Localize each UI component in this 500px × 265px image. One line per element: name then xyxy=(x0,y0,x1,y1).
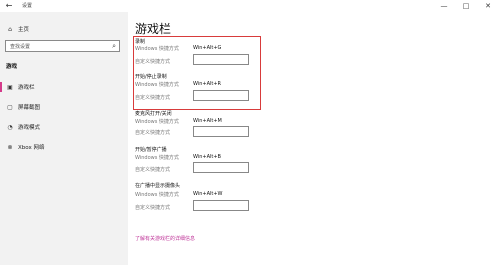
custom-shortcut-input[interactable] xyxy=(193,162,249,173)
title-bar: ← 设置 — □ ✕ xyxy=(0,0,500,12)
windows-shortcut-label: Windows 快捷方式 xyxy=(135,46,179,52)
windows-shortcut-value: Win+Alt+G xyxy=(193,45,222,51)
active-indicator xyxy=(0,82,2,92)
windows-shortcut-value: Win+Alt+B xyxy=(193,154,221,160)
custom-shortcut-label: 自定义快捷方式 xyxy=(135,130,171,136)
custom-shortcut-input[interactable] xyxy=(193,90,249,101)
game-mode-icon: ◔ xyxy=(7,123,13,131)
learn-more-link[interactable]: 了解有关游戏栏的详细信息 xyxy=(135,235,195,242)
group-title: 麦克风打开/关闭 xyxy=(135,111,172,117)
sidebar: ⌂ 主页 查找设置 ⌕ 游戏 ▣ 游戏栏 ▢ 屏幕截图 ◔ 游戏模式 ⊗ Xbo… xyxy=(0,12,128,265)
custom-shortcut-label: 自定义快捷方式 xyxy=(135,59,171,65)
windows-shortcut-value: Win+Alt+W xyxy=(193,191,223,197)
page-title: 游戏栏 xyxy=(135,22,172,36)
close-button[interactable]: ✕ xyxy=(480,1,496,11)
home-icon: ⌂ xyxy=(8,25,12,33)
sidebar-item-label: 游戏栏 xyxy=(18,85,35,91)
xbox-icon: ⊗ xyxy=(7,143,13,151)
window-title: 设置 xyxy=(22,3,33,9)
windows-shortcut-label: Windows 快捷方式 xyxy=(135,192,179,198)
main-content: 游戏栏 录制 Windows 快捷方式 Win+Alt+G 自定义快捷方式 开始… xyxy=(128,12,500,265)
group-title: 录制 xyxy=(135,39,146,45)
sidebar-item-label: 主页 xyxy=(18,27,30,33)
sidebar-item-label: 游戏模式 xyxy=(18,125,41,131)
sidebar-item-screenshots[interactable]: ▢ 屏幕截图 xyxy=(6,103,41,112)
search-icon: ⌕ xyxy=(112,42,116,50)
minimize-button[interactable]: — xyxy=(436,1,452,11)
sidebar-item-xbox[interactable]: ⊗ Xbox 网络 xyxy=(6,143,45,152)
game-bar-icon: ▣ xyxy=(7,83,13,91)
search-input[interactable]: 查找设置 ⌕ xyxy=(5,40,120,52)
custom-shortcut-label: 自定义快捷方式 xyxy=(135,205,171,211)
windows-shortcut-value: Win+Alt+R xyxy=(193,81,222,87)
custom-shortcut-label: 自定义快捷方式 xyxy=(135,167,171,173)
back-arrow-icon[interactable]: ← xyxy=(4,1,14,11)
custom-shortcut-input[interactable] xyxy=(193,54,249,65)
group-title: 开始/暂停广播 xyxy=(135,147,167,153)
search-placeholder: 查找设置 xyxy=(10,44,31,50)
sidebar-item-home[interactable]: ⌂ 主页 xyxy=(6,25,30,34)
sidebar-item-label: 屏幕截图 xyxy=(18,105,41,111)
group-title: 在广播中显示摄像头 xyxy=(135,183,181,189)
sidebar-item-game-mode[interactable]: ◔ 游戏模式 xyxy=(6,123,41,132)
sidebar-section-title: 游戏 xyxy=(6,64,18,70)
windows-shortcut-value: Win+Alt+M xyxy=(193,118,222,124)
group-title: 开始/停止录制 xyxy=(135,74,167,80)
sidebar-item-game-bar[interactable]: ▣ 游戏栏 xyxy=(6,83,35,92)
custom-shortcut-input[interactable] xyxy=(193,126,249,137)
custom-shortcut-input[interactable] xyxy=(193,200,249,211)
screenshot-icon: ▢ xyxy=(7,103,13,111)
windows-shortcut-label: Windows 快捷方式 xyxy=(135,82,179,88)
maximize-button[interactable]: □ xyxy=(458,1,474,11)
custom-shortcut-label: 自定义快捷方式 xyxy=(135,95,171,101)
windows-shortcut-label: Windows 快捷方式 xyxy=(135,155,179,161)
windows-shortcut-label: Windows 快捷方式 xyxy=(135,119,179,125)
sidebar-item-label: Xbox 网络 xyxy=(18,145,45,151)
